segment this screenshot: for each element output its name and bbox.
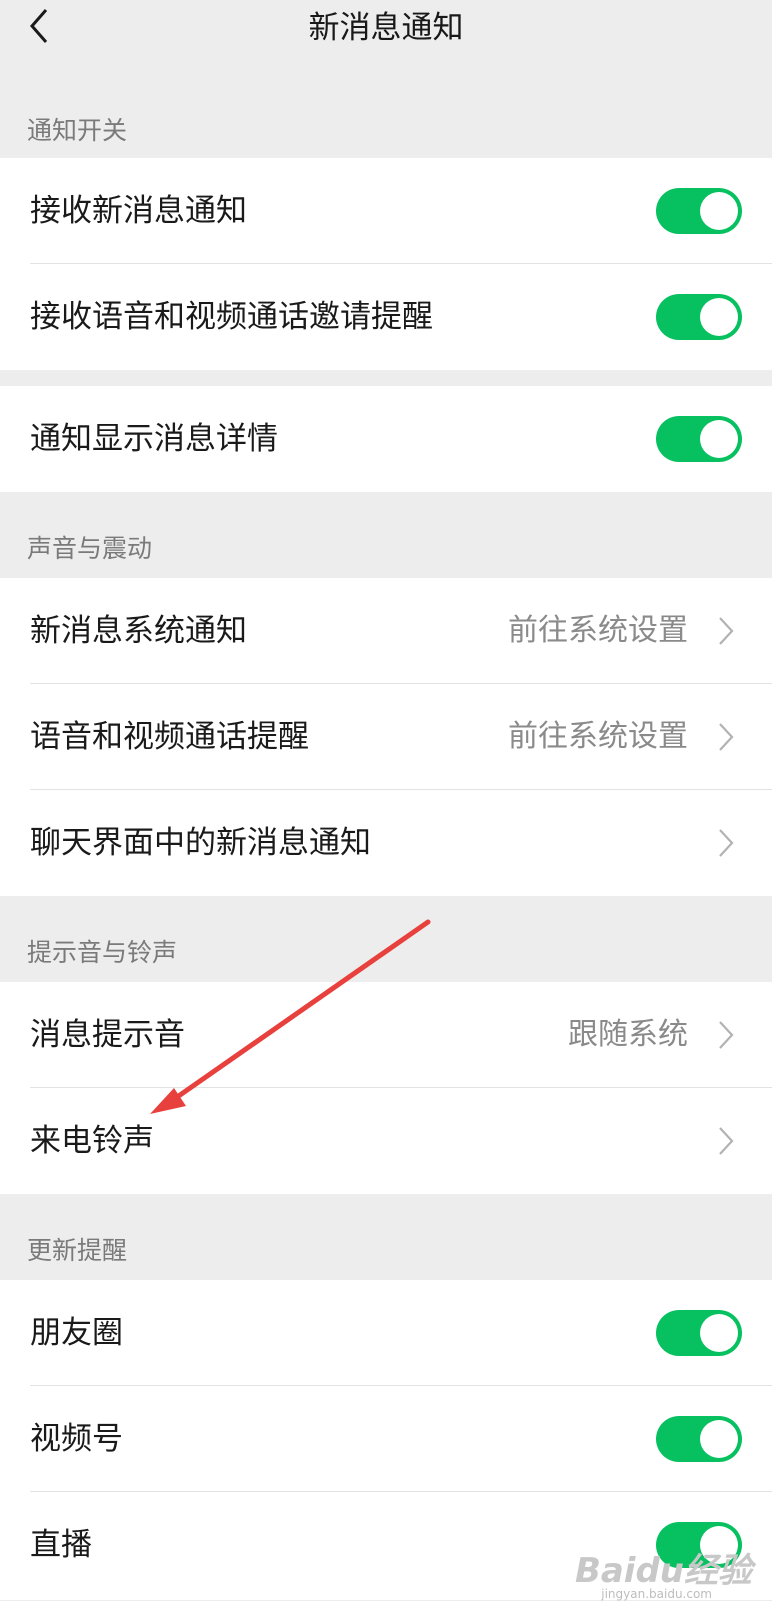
row-receive-call[interactable]: 接收语音和视频通话邀请提醒: [0, 264, 772, 370]
section-label-ring: 提示音与铃声: [27, 938, 178, 967]
row-moments[interactable]: 朋友圈: [0, 1280, 772, 1386]
chevron-right-icon: [719, 723, 734, 751]
row-label: 消息提示音: [30, 1017, 185, 1053]
show-detail-toggle[interactable]: [656, 416, 742, 462]
channels-toggle[interactable]: [656, 1416, 742, 1462]
row-chat-notify[interactable]: 聊天界面中的新消息通知: [0, 790, 772, 896]
page-title: 新消息通知: [308, 10, 464, 46]
receive-call-toggle[interactable]: [656, 294, 742, 340]
row-ringtone[interactable]: 来电铃声: [0, 1088, 772, 1194]
nav-bar: 新消息通知: [0, 0, 772, 72]
row-channels[interactable]: 视频号: [0, 1386, 772, 1492]
chevron-right-icon: [719, 1021, 734, 1049]
section-label-notify: 通知开关: [27, 116, 128, 145]
row-sys-notify[interactable]: 新消息系统通知 前往系统设置: [0, 578, 772, 684]
watermark-url: jingyan.baidu.com: [601, 1587, 712, 1601]
baidu-watermark: Baidu经验 jingyan.baidu.com: [574, 1543, 752, 1601]
row-value: 前往系统设置: [508, 613, 688, 648]
row-value: 前往系统设置: [508, 719, 688, 754]
row-label: 新消息系统通知: [30, 613, 247, 649]
row-label: 语音和视频通话提醒: [30, 719, 309, 755]
row-label: 视频号: [30, 1421, 123, 1457]
row-label: 朋友圈: [30, 1315, 123, 1351]
section-label-sound: 声音与震动: [27, 534, 153, 563]
row-call-remind[interactable]: 语音和视频通话提醒 前往系统设置: [0, 684, 772, 790]
moments-toggle[interactable]: [656, 1310, 742, 1356]
watermark-brand: Baidu经验: [574, 1551, 752, 1591]
chevron-right-icon: [719, 1127, 734, 1155]
row-label: 接收语音和视频通话邀请提醒: [30, 299, 433, 335]
row-msg-tone[interactable]: 消息提示音 跟随系统: [0, 982, 772, 1088]
row-label: 直播: [30, 1527, 92, 1563]
row-value: 跟随系统: [568, 1017, 688, 1052]
row-receive-new[interactable]: 接收新消息通知: [0, 158, 772, 264]
chevron-right-icon: [719, 829, 734, 857]
row-label: 来电铃声: [30, 1123, 154, 1159]
receive-new-toggle[interactable]: [656, 188, 742, 234]
row-label: 聊天界面中的新消息通知: [30, 825, 371, 861]
chevron-right-icon: [719, 617, 734, 645]
row-show-detail[interactable]: 通知显示消息详情: [0, 386, 772, 492]
section-label-update: 更新提醒: [27, 1236, 128, 1265]
row-label: 通知显示消息详情: [30, 421, 278, 457]
row-label: 接收新消息通知: [30, 193, 247, 229]
